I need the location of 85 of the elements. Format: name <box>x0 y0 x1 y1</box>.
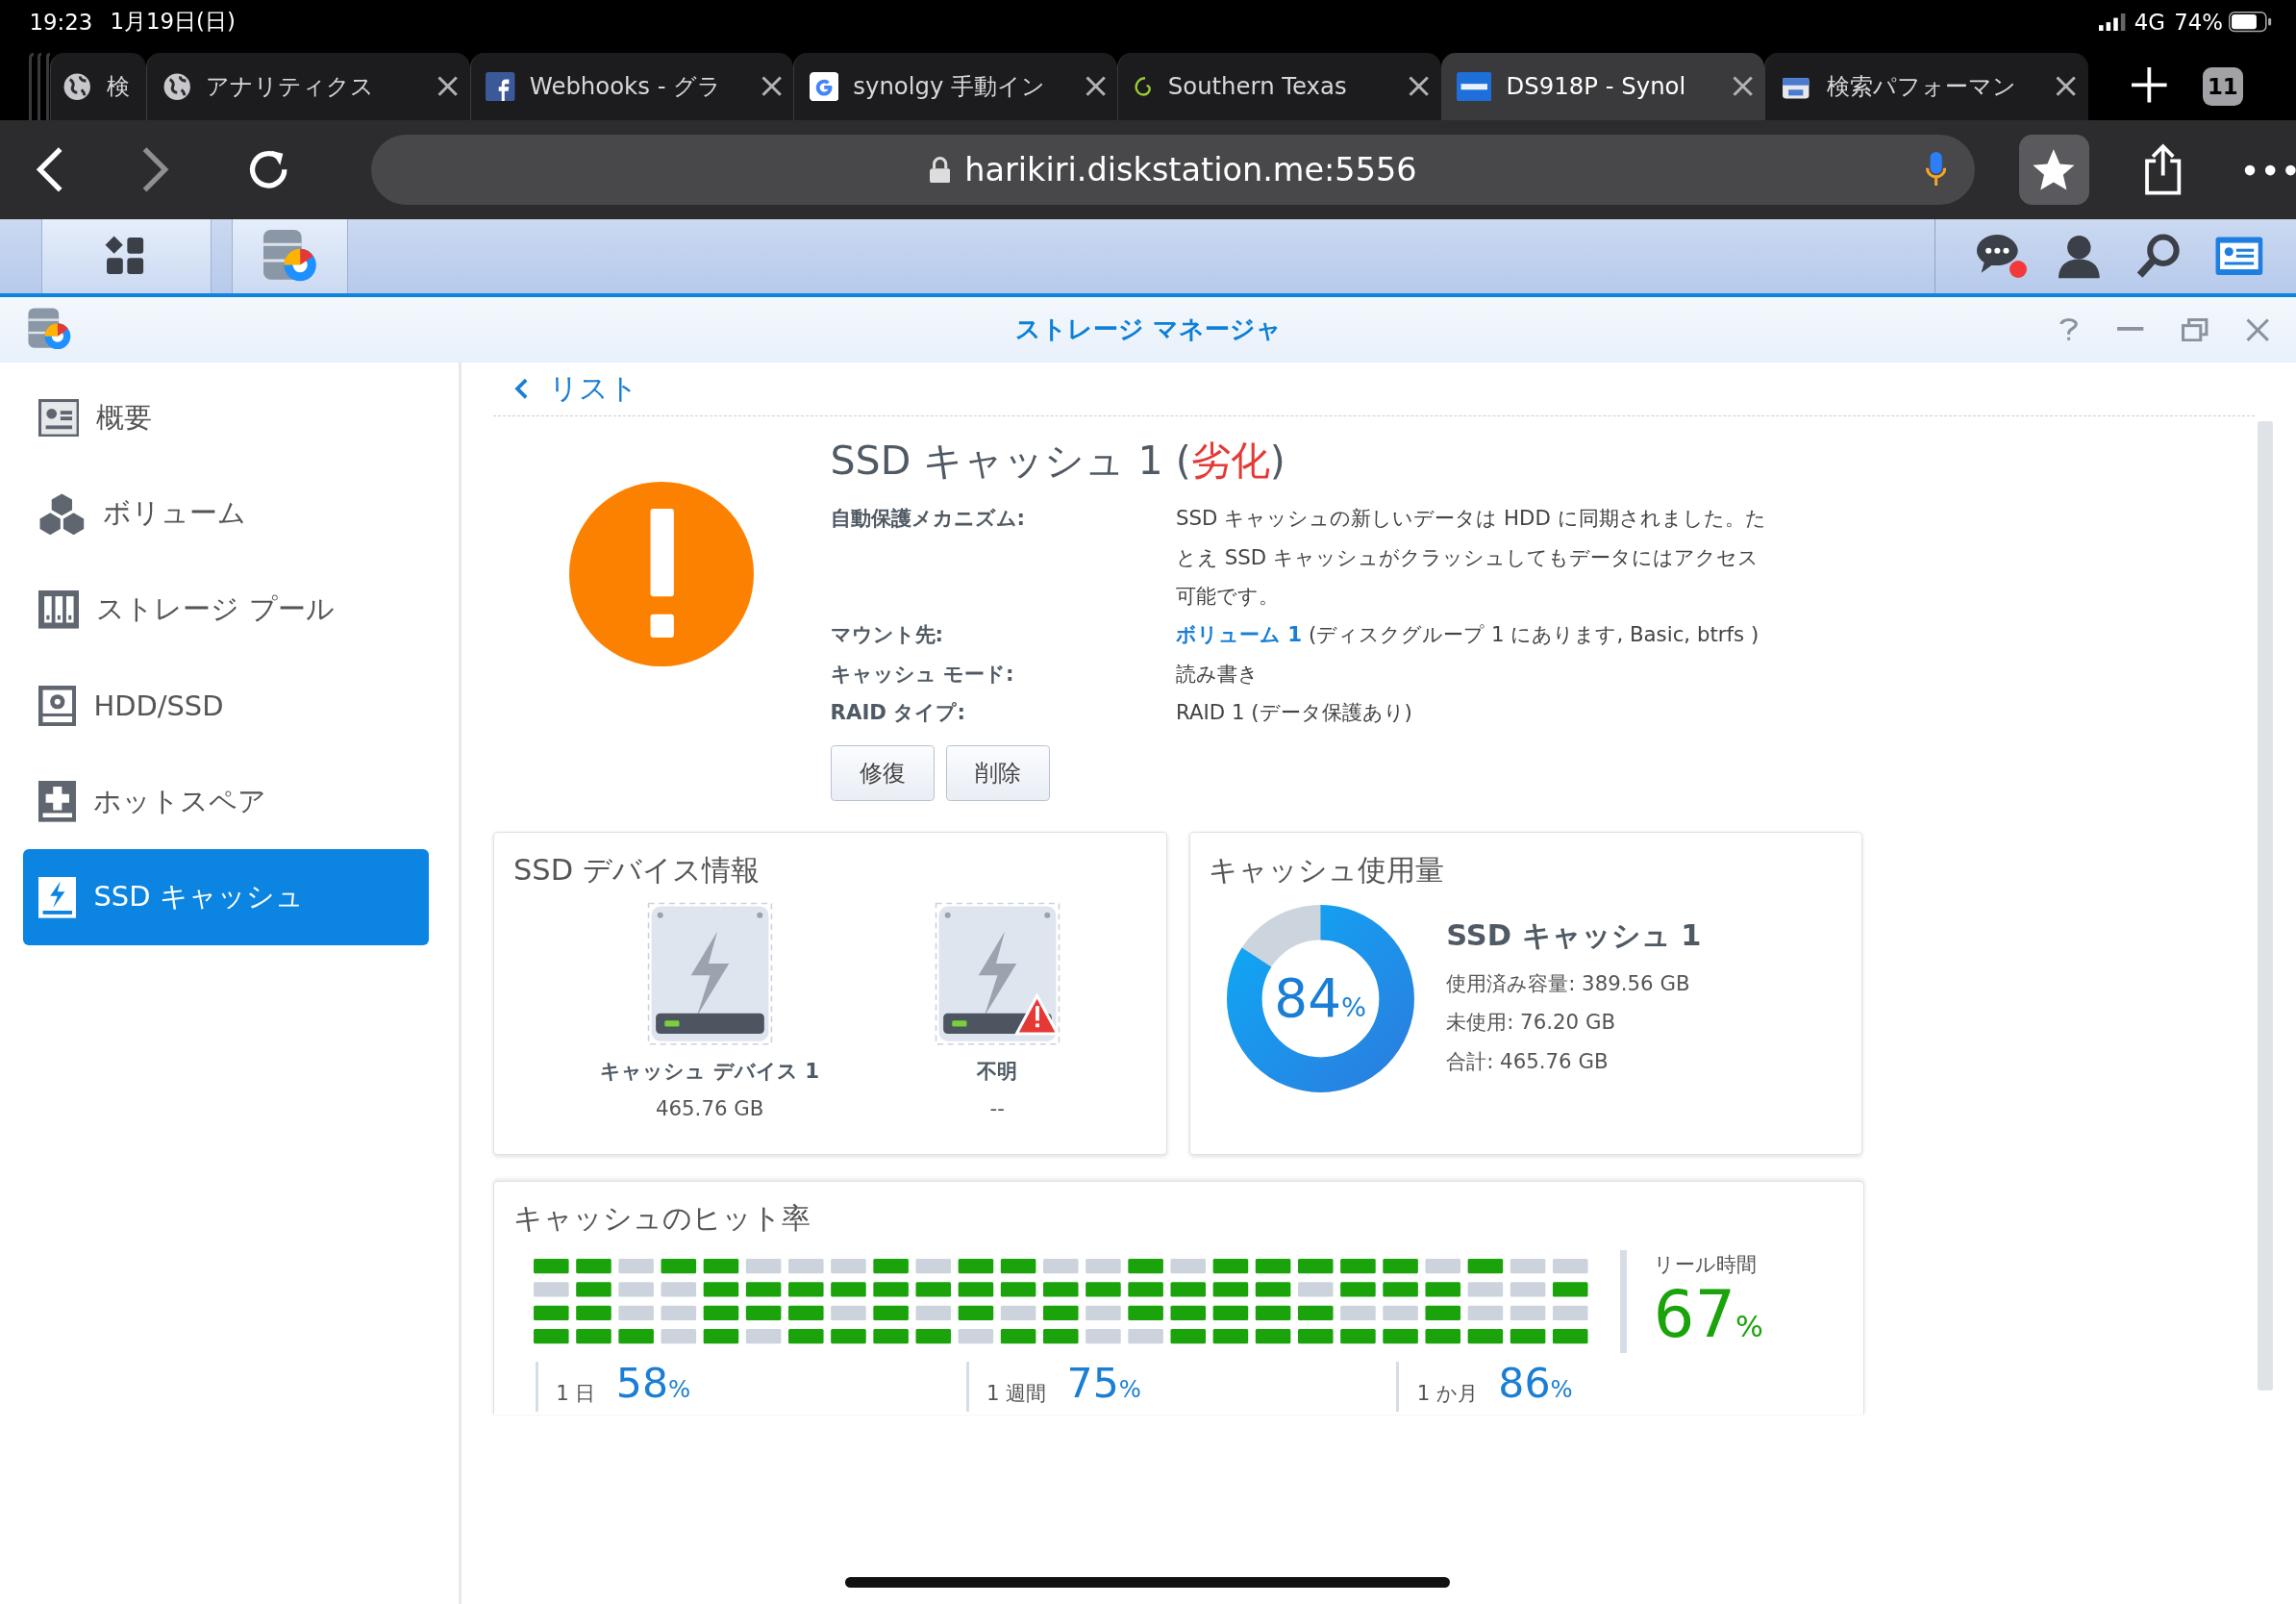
period-label: 1 日 <box>556 1380 596 1408</box>
delete-button[interactable]: 削除 <box>945 745 1050 802</box>
sidebar-item[interactable]: ホットスペア <box>23 753 430 850</box>
close-icon[interactable] <box>2056 76 2077 97</box>
sidebar-item[interactable]: HDD/SSD <box>23 657 430 754</box>
search-icon[interactable] <box>2134 233 2183 280</box>
close-icon[interactable] <box>1732 76 1753 97</box>
volume-link[interactable]: ボリューム 1 <box>1175 622 1303 647</box>
realtime-label: リール時間 <box>1653 1251 1758 1279</box>
lock-icon <box>929 156 950 184</box>
detail-value: SSD キャッシュの新しいデータは HDD に同期されました。たとえ SSD キャッシュがクラッシュしてもデータにはアクセス可能です。 <box>1175 505 1767 611</box>
browser-tab[interactable]: 検 <box>49 52 147 120</box>
detail-value: 読み書き <box>1175 660 1260 688</box>
device-size: 465.76 GB <box>655 1096 764 1121</box>
cubes-icon <box>37 491 86 537</box>
browser-tab[interactable]: Webhooks - グラ <box>469 52 794 120</box>
period-label: 1 週間 <box>986 1380 1047 1408</box>
browser-tab[interactable]: Southern Texas <box>1117 52 1441 120</box>
spiral-icon <box>1133 76 1154 96</box>
detail-value: RAID 1 (データ保護あり) <box>1175 699 1413 727</box>
card-title: キャッシュのヒット率 <box>513 1200 812 1238</box>
id-card-icon <box>37 398 80 438</box>
chevron-left-icon <box>513 377 529 401</box>
window-title: ストレージ マネージャ <box>1014 313 1282 346</box>
card-title: SSD デバイス情報 <box>513 851 761 889</box>
network-type: 4G <box>2134 9 2166 35</box>
period-rate: 86% <box>1498 1362 1573 1410</box>
back-link[interactable]: リスト <box>513 363 639 415</box>
taskbar-app-button[interactable] <box>40 219 212 293</box>
realtime-rate: 67% <box>1653 1278 1763 1355</box>
bookmark-button[interactable] <box>2018 135 2089 206</box>
detail-label: RAID タイプ: <box>830 699 966 727</box>
browser-tab[interactable]: DS918P - Synol <box>1440 52 1765 120</box>
google-icon <box>809 71 839 102</box>
signal-icon <box>2099 13 2128 31</box>
browser-tab[interactable]: 検索パフォーマン <box>1764 52 2088 120</box>
close-icon[interactable] <box>1085 76 1106 97</box>
microphone-icon[interactable] <box>1925 152 1946 188</box>
sidebar-item[interactable]: ボリューム <box>23 465 430 563</box>
close-icon[interactable] <box>437 76 459 97</box>
usage-stat: 未使用: 76.20 GB <box>1446 1009 1617 1037</box>
drive-plus-icon <box>37 781 77 822</box>
period-rate: 58% <box>615 1362 691 1410</box>
detail-label: キャッシュ モード: <box>830 660 1015 688</box>
close-icon[interactable] <box>1409 76 1430 97</box>
facebook-icon <box>486 71 515 102</box>
browser-tab[interactable]: synolgy 手動イン <box>793 52 1117 120</box>
device-size: -- <box>989 1096 1005 1121</box>
storage-pool-icon <box>37 590 80 629</box>
usage-stat: 使用済み容量: 389.56 GB <box>1446 969 1691 997</box>
browser-tab[interactable]: アナリティクス <box>146 52 470 120</box>
close-icon[interactable] <box>761 76 783 97</box>
globe-icon <box>162 71 191 102</box>
cache-title: SSD キャッシュ 1 (劣化) <box>830 437 1286 487</box>
help-icon[interactable] <box>2059 317 2080 341</box>
globe-icon <box>62 71 92 102</box>
back-icon[interactable] <box>35 146 64 193</box>
notification-dot <box>2009 261 2027 279</box>
repair-button[interactable]: 修復 <box>830 745 935 802</box>
device-name: キャッシュ デバイス 1 <box>600 1058 819 1086</box>
device-name: 不明 <box>977 1058 1018 1086</box>
restore-icon[interactable] <box>2182 317 2209 341</box>
card-title: キャッシュ使用量 <box>1209 851 1446 889</box>
status-date: 1月19日(日) <box>110 8 236 37</box>
period-label: 1 か月 <box>1416 1380 1478 1408</box>
widgets-icon[interactable] <box>2213 236 2264 277</box>
address-field[interactable]: harikiri.diskstation.me:5556 <box>371 135 1976 206</box>
detail-value: ボリューム 1 (ディスクグループ 1 にあります, Basic, btrfs ) <box>1175 621 1760 649</box>
sidebar-item[interactable]: ストレージ プール <box>23 562 430 658</box>
forward-icon[interactable] <box>140 146 170 193</box>
battery-percent: 74% <box>2174 9 2223 35</box>
battery-icon <box>2229 12 2273 33</box>
tab-count[interactable]: 11 <box>2202 67 2244 106</box>
detail-label: 自動保護メカニズム: <box>830 505 1027 533</box>
sidebar-item[interactable]: SSD キャッシュ <box>23 849 430 946</box>
more-icon[interactable] <box>2243 163 2296 176</box>
cache-name: SSD キャッシュ 1 <box>1446 916 1702 954</box>
period-rate: 75% <box>1066 1362 1141 1410</box>
flash-drive-icon <box>37 877 77 918</box>
sidebar-item[interactable]: 概要 <box>23 369 430 466</box>
status-time: 19:23 <box>29 9 93 35</box>
usage-stat: 合計: 465.76 GB <box>1446 1047 1610 1075</box>
usage-percent: 84% <box>1274 967 1367 1030</box>
detail-label: マウント先: <box>830 621 945 649</box>
minimize-icon[interactable] <box>2117 326 2144 333</box>
